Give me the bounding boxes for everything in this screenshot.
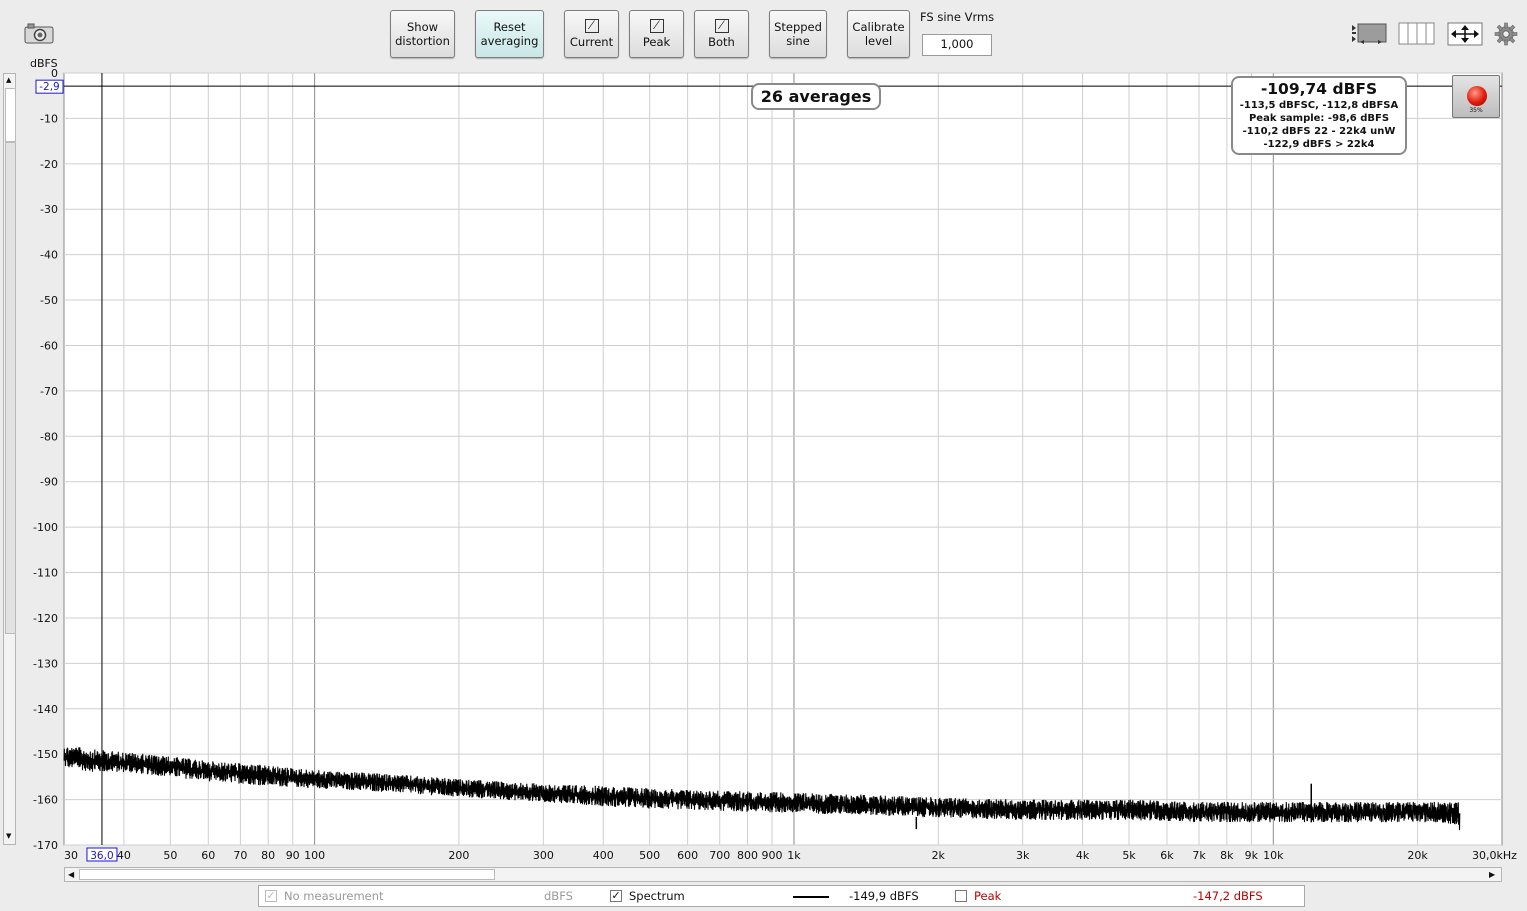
y-tick-label: -120 [33, 612, 58, 625]
spectrum-label: Spectrum [629, 889, 685, 903]
x-tick-label: 100 [304, 849, 325, 862]
cursor-x-readout: 36,0 [90, 850, 113, 862]
x-tick-label: 700 [709, 849, 730, 862]
x-tick-label: 40 [117, 849, 131, 862]
cursor-y-readout: -2,9 [39, 81, 60, 93]
horizontal-scrollbar[interactable]: ◀ ▶ [64, 867, 1502, 882]
spectrum-checkbox[interactable]: ✓ [610, 890, 622, 902]
x-tick-label: 10k [1263, 849, 1284, 862]
level-readout-line: Peak sample: -98,6 dBFS [1248, 113, 1390, 124]
y-tick-label: -20 [40, 158, 58, 171]
scroll-right-arrow-icon[interactable]: ▶ [1489, 870, 1495, 879]
x-tick-label: 5k [1122, 849, 1136, 862]
y-tick-label: -40 [40, 249, 58, 262]
spectrum-line-swatch [793, 896, 829, 898]
y-tick-label: -160 [33, 794, 58, 807]
peak-checkbox[interactable] [955, 890, 967, 902]
peak-legend-label: Peak [974, 889, 1002, 903]
level-readout-line: -110,2 dBFS 22 - 22k4 unW [1242, 126, 1396, 137]
x-tick-label: 900 [762, 849, 783, 862]
x-tick-label: 400 [593, 849, 614, 862]
x-tick-label: 800 [737, 849, 758, 862]
no-measurement-label: No measurement [284, 889, 384, 903]
x-tick-label: 50 [163, 849, 177, 862]
x-tick-label: 4k [1076, 849, 1090, 862]
record-dot-icon [1467, 86, 1487, 106]
record-percent: 35% [1469, 107, 1483, 114]
y-tick-label: -60 [40, 339, 58, 352]
x-tick-label: 80 [261, 849, 275, 862]
x-tick-label: 1k [787, 849, 801, 862]
x-tick-label: 6k [1160, 849, 1174, 862]
x-tick-label: 7k [1192, 849, 1206, 862]
y-tick-label: -90 [40, 476, 58, 489]
x-tick-label: 30,0kHz [1472, 849, 1517, 862]
horizontal-scroll-thumb[interactable] [79, 869, 495, 880]
y-tick-label: -150 [33, 748, 58, 761]
peak-value: -147,2 dBFS [1193, 889, 1263, 903]
y-tick-label: -10 [40, 112, 58, 125]
x-tick-label: 500 [639, 849, 660, 862]
y-tick-label: -100 [33, 521, 58, 534]
y-axis-label: dBFS [30, 57, 58, 70]
x-tick-label: 8k [1220, 849, 1234, 862]
no-measurement-unit: dBFS [544, 889, 573, 903]
averages-badge: 26 averages [751, 83, 881, 110]
level-main-readout: -109,74 dBFS [1260, 80, 1378, 98]
x-tick-label: 90 [286, 849, 300, 862]
scroll-left-arrow-icon[interactable]: ◀ [68, 870, 74, 879]
level-readout-line: -113,5 dBFSC, -112,8 dBFSA [1239, 100, 1399, 111]
level-info-box: -109,74 dBFS -113,5 dBFSC, -112,8 dBFSA … [1231, 76, 1407, 155]
x-tick-label: 3k [1016, 849, 1030, 862]
x-tick-label: 30 [64, 849, 78, 862]
x-tick-label: 70 [233, 849, 247, 862]
level-readout-line: -122,9 dBFS > 22k4 [1263, 139, 1375, 150]
spectrum-value: -149,9 dBFS [849, 889, 919, 903]
x-tick-label: 20k [1407, 849, 1428, 862]
x-tick-label: 600 [677, 849, 698, 862]
x-tick-label: 300 [533, 849, 554, 862]
y-tick-label: -30 [40, 203, 58, 216]
no-measurement-checkbox[interactable]: ✓ [265, 890, 277, 902]
y-tick-label: -130 [33, 657, 58, 670]
x-tick-label: 60 [201, 849, 215, 862]
y-tick-label: -110 [33, 567, 58, 580]
y-tick-label: -70 [40, 385, 58, 398]
x-tick-label: 9k [1245, 849, 1259, 862]
record-button[interactable]: 35% [1452, 75, 1500, 118]
y-tick-label: -80 [40, 430, 58, 443]
x-tick-label: 2k [932, 849, 946, 862]
y-tick-label: -50 [40, 294, 58, 307]
legend-bar: ✓ No measurement dBFS ✓ Spectrum -149,9 … [258, 885, 1305, 907]
x-tick-label: 200 [448, 849, 469, 862]
y-tick-label: -170 [33, 839, 58, 852]
plot-area [63, 72, 1503, 846]
y-tick-label: -140 [33, 703, 58, 716]
